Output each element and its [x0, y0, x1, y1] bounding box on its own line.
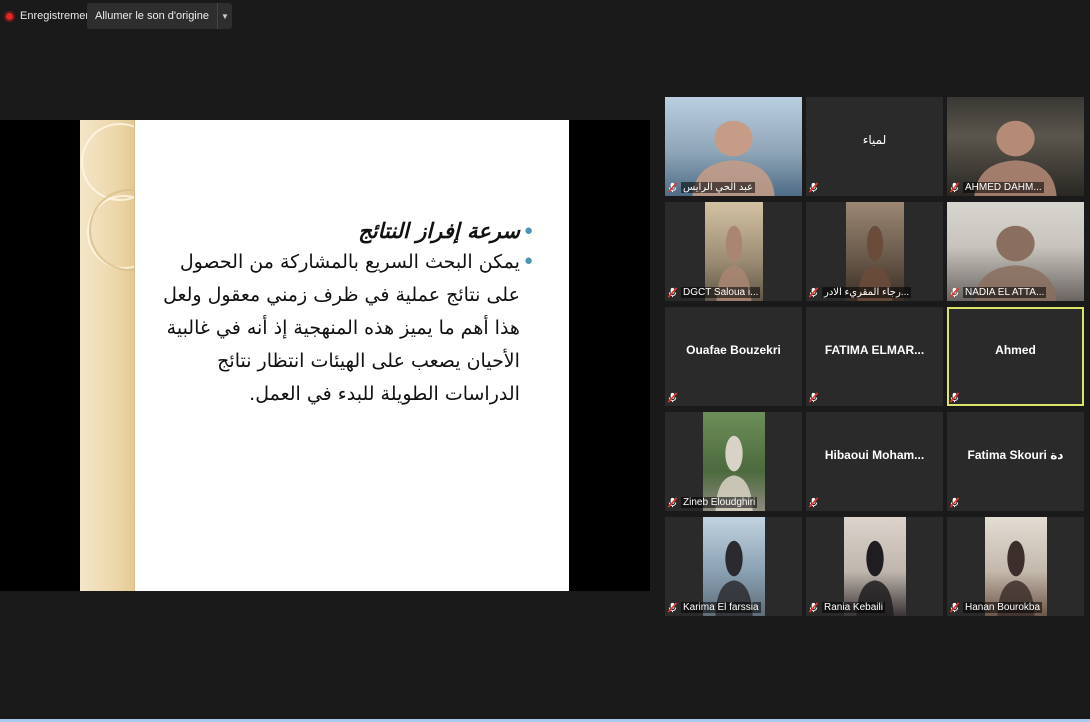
microphone-muted-icon	[808, 497, 819, 508]
participant-label: NADIA EL ATTA...	[963, 287, 1047, 298]
slide-decoration	[80, 120, 135, 591]
participant-gallery: عبد الحي الرايس لمياء AHMED DAHM... DGCT Sa…	[665, 97, 1084, 616]
participant-footer: Rania Kebaili	[808, 600, 941, 615]
participant-tile[interactable]: رجاء المقريء الادر...	[806, 202, 943, 301]
participant-tile[interactable]: FATIMA ELMAR...	[806, 307, 943, 406]
microphone-muted-icon	[808, 392, 819, 403]
slide-bullet-title: ● سرعة إفراز النتائج	[163, 216, 533, 246]
slide-text: ● سرعة إفراز النتائج ● يمكن البحث السريع…	[163, 216, 533, 411]
recording-indicator[interactable]: Enregistrement	[4, 7, 95, 25]
participant-label: Hanan Bourokba	[963, 602, 1043, 613]
bullet-icon: ●	[523, 252, 533, 269]
participant-footer: رجاء المقريء الادر...	[808, 285, 941, 300]
microphone-muted-icon	[667, 497, 678, 508]
participant-footer	[808, 180, 941, 195]
microphone-muted-icon	[949, 602, 960, 613]
original-sound-control: Allumer le son d'origine ▼	[87, 3, 232, 29]
microphone-muted-icon	[667, 287, 678, 298]
microphone-muted-icon	[949, 497, 960, 508]
bullet-icon: ●	[523, 222, 533, 239]
participant-tile[interactable]: Zineb Eloudghiri	[665, 412, 802, 511]
participant-tile[interactable]: لمياء	[806, 97, 943, 196]
participant-footer	[949, 390, 1082, 405]
participant-footer: Hanan Bourokba	[949, 600, 1082, 615]
microphone-muted-icon	[949, 287, 960, 298]
chevron-down-icon: ▼	[221, 11, 229, 21]
participant-label: عبد الحي الرايس	[681, 182, 756, 193]
participant-tile[interactable]: NADIA EL ATTA...	[947, 202, 1084, 301]
original-sound-dropdown[interactable]: ▼	[217, 3, 232, 29]
participant-footer: AHMED DAHM...	[949, 180, 1082, 195]
participant-footer	[949, 495, 1082, 510]
participant-label: رجاء المقريء الادر...	[822, 287, 912, 298]
participant-name: Hibaoui Moham...	[824, 447, 925, 462]
participant-tile[interactable]: AHMED DAHM...	[947, 97, 1084, 196]
recording-label: Enregistrement	[20, 10, 95, 22]
slide-body: يمكن البحث السريع بالمشاركة من الحصول عل…	[163, 251, 520, 405]
participant-tile[interactable]: Ouafae Bouzekri	[665, 307, 802, 406]
slide-title: سرعة إفراز النتائج	[358, 218, 520, 243]
microphone-muted-icon	[808, 602, 819, 613]
participant-tile[interactable]: عبد الحي الرايس	[665, 97, 802, 196]
participant-label: DGCT Saloua i...	[681, 287, 761, 298]
participant-tile[interactable]: Fatima Skouri دة	[947, 412, 1084, 511]
shared-screen: ● سرعة إفراز النتائج ● يمكن البحث السريع…	[0, 120, 650, 591]
participant-footer: Zineb Eloudghiri	[667, 495, 800, 510]
microphone-muted-icon	[667, 602, 678, 613]
microphone-muted-icon	[667, 392, 678, 403]
participant-footer: Karima El farssia	[667, 600, 800, 615]
participant-name: FATIMA ELMAR...	[824, 342, 925, 357]
record-icon	[4, 10, 15, 22]
participant-footer: عبد الحي الرايس	[667, 180, 800, 195]
microphone-muted-icon	[949, 392, 960, 403]
participant-label: AHMED DAHM...	[963, 182, 1044, 193]
participant-name: لمياء	[862, 132, 887, 147]
participant-tile[interactable]: Karima El farssia	[665, 517, 802, 616]
participant-tile[interactable]: Rania Kebaili	[806, 517, 943, 616]
microphone-muted-icon	[667, 182, 678, 193]
participant-label: Rania Kebaili	[822, 602, 885, 613]
participant-tile[interactable]: Ahmed	[947, 307, 1084, 406]
participant-footer	[808, 495, 941, 510]
microphone-muted-icon	[949, 182, 960, 193]
participant-name: Fatima Skouri دة	[967, 447, 1064, 462]
participant-tile[interactable]: Hibaoui Moham...	[806, 412, 943, 511]
participant-footer: NADIA EL ATTA...	[949, 285, 1082, 300]
participant-name: Ahmed	[995, 342, 1036, 357]
participant-tile[interactable]: Hanan Bourokba	[947, 517, 1084, 616]
participant-name: Ouafae Bouzekri	[686, 342, 781, 357]
microphone-muted-icon	[808, 182, 819, 193]
microphone-muted-icon	[808, 287, 819, 298]
participant-tile[interactable]: DGCT Saloua i...	[665, 202, 802, 301]
participant-footer	[808, 390, 941, 405]
participant-label: Zineb Eloudghiri	[681, 497, 758, 508]
slide-bullet-body: ● يمكن البحث السريع بالمشاركة من الحصول …	[163, 246, 533, 411]
participant-label: Karima El farssia	[681, 602, 761, 613]
participant-footer	[667, 390, 800, 405]
presentation-slide: ● سرعة إفراز النتائج ● يمكن البحث السريع…	[80, 120, 569, 591]
original-sound-button[interactable]: Allumer le son d'origine	[87, 3, 217, 29]
participant-footer: DGCT Saloua i...	[667, 285, 800, 300]
